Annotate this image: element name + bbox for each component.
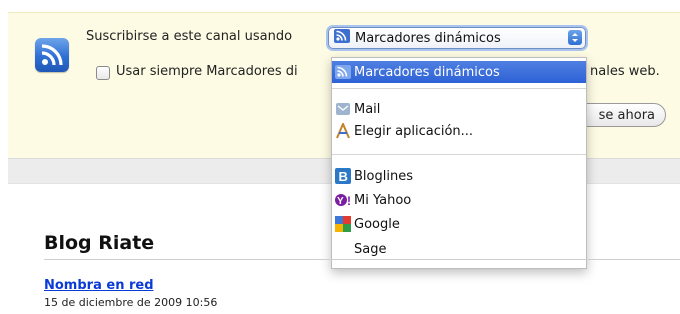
always-use-checkbox[interactable] [96, 66, 110, 80]
menu-item-mail[interactable]: Mail [332, 98, 586, 120]
menu-item-label: Elegir aplicación... [354, 123, 474, 139]
reader-dropdown-menu: Marcadores dinámicos Mail Elegir aplicac… [331, 57, 587, 269]
yahoo-icon: Y ! [335, 192, 351, 208]
menu-item-label: Google [354, 216, 400, 232]
subscribe-label: Suscribirse a este canal usando [86, 29, 293, 44]
reader-select[interactable]: Marcadores dinámicos [328, 27, 586, 49]
google-icon [335, 216, 351, 232]
sage-icon-placeholder [335, 241, 351, 257]
menu-item-label: Bloglines [354, 168, 413, 184]
feed-icon [35, 38, 69, 72]
mail-app-icon [335, 101, 351, 117]
svg-text:B: B [339, 169, 348, 184]
menu-item-label: Mail [354, 101, 381, 117]
menu-divider [332, 154, 586, 155]
bloglines-icon: B [335, 168, 351, 184]
select-stepper-icon [568, 30, 582, 45]
post-date: 15 de diciembre de 2009 10:56 [44, 296, 218, 309]
menu-item-choose-app[interactable]: Elegir aplicación... [332, 120, 586, 142]
menu-item-sage[interactable]: Sage [332, 238, 586, 260]
blog-title: Blog Riate [44, 232, 155, 254]
reader-select-value: Marcadores dinámicos [355, 30, 501, 46]
live-bookmarks-icon [334, 29, 350, 47]
menu-item-yahoo[interactable]: Y ! Mi Yahoo [332, 189, 586, 211]
choose-app-icon [335, 121, 351, 139]
menu-item-bloglines[interactable]: B Bloglines [332, 165, 586, 187]
post-title-link[interactable]: Nombra en red [44, 278, 154, 293]
always-use-label-tail: nales web. [590, 64, 660, 79]
menu-item-label: Mi Yahoo [354, 192, 412, 208]
menu-item-live-bookmarks[interactable]: Marcadores dinámicos [332, 61, 586, 83]
subscribe-now-label: se ahora [598, 107, 655, 123]
svg-text:Y: Y [337, 196, 344, 207]
menu-divider [332, 88, 586, 89]
live-bookmarks-icon [335, 64, 351, 80]
always-use-label: Usar siempre Marcadores di [116, 64, 298, 79]
svg-text:!: ! [347, 194, 351, 208]
blog-title-divider [44, 259, 680, 260]
menu-item-label: Sage [354, 241, 387, 257]
menu-item-label: Marcadores dinámicos [354, 64, 500, 80]
menu-item-google[interactable]: Google [332, 213, 586, 235]
